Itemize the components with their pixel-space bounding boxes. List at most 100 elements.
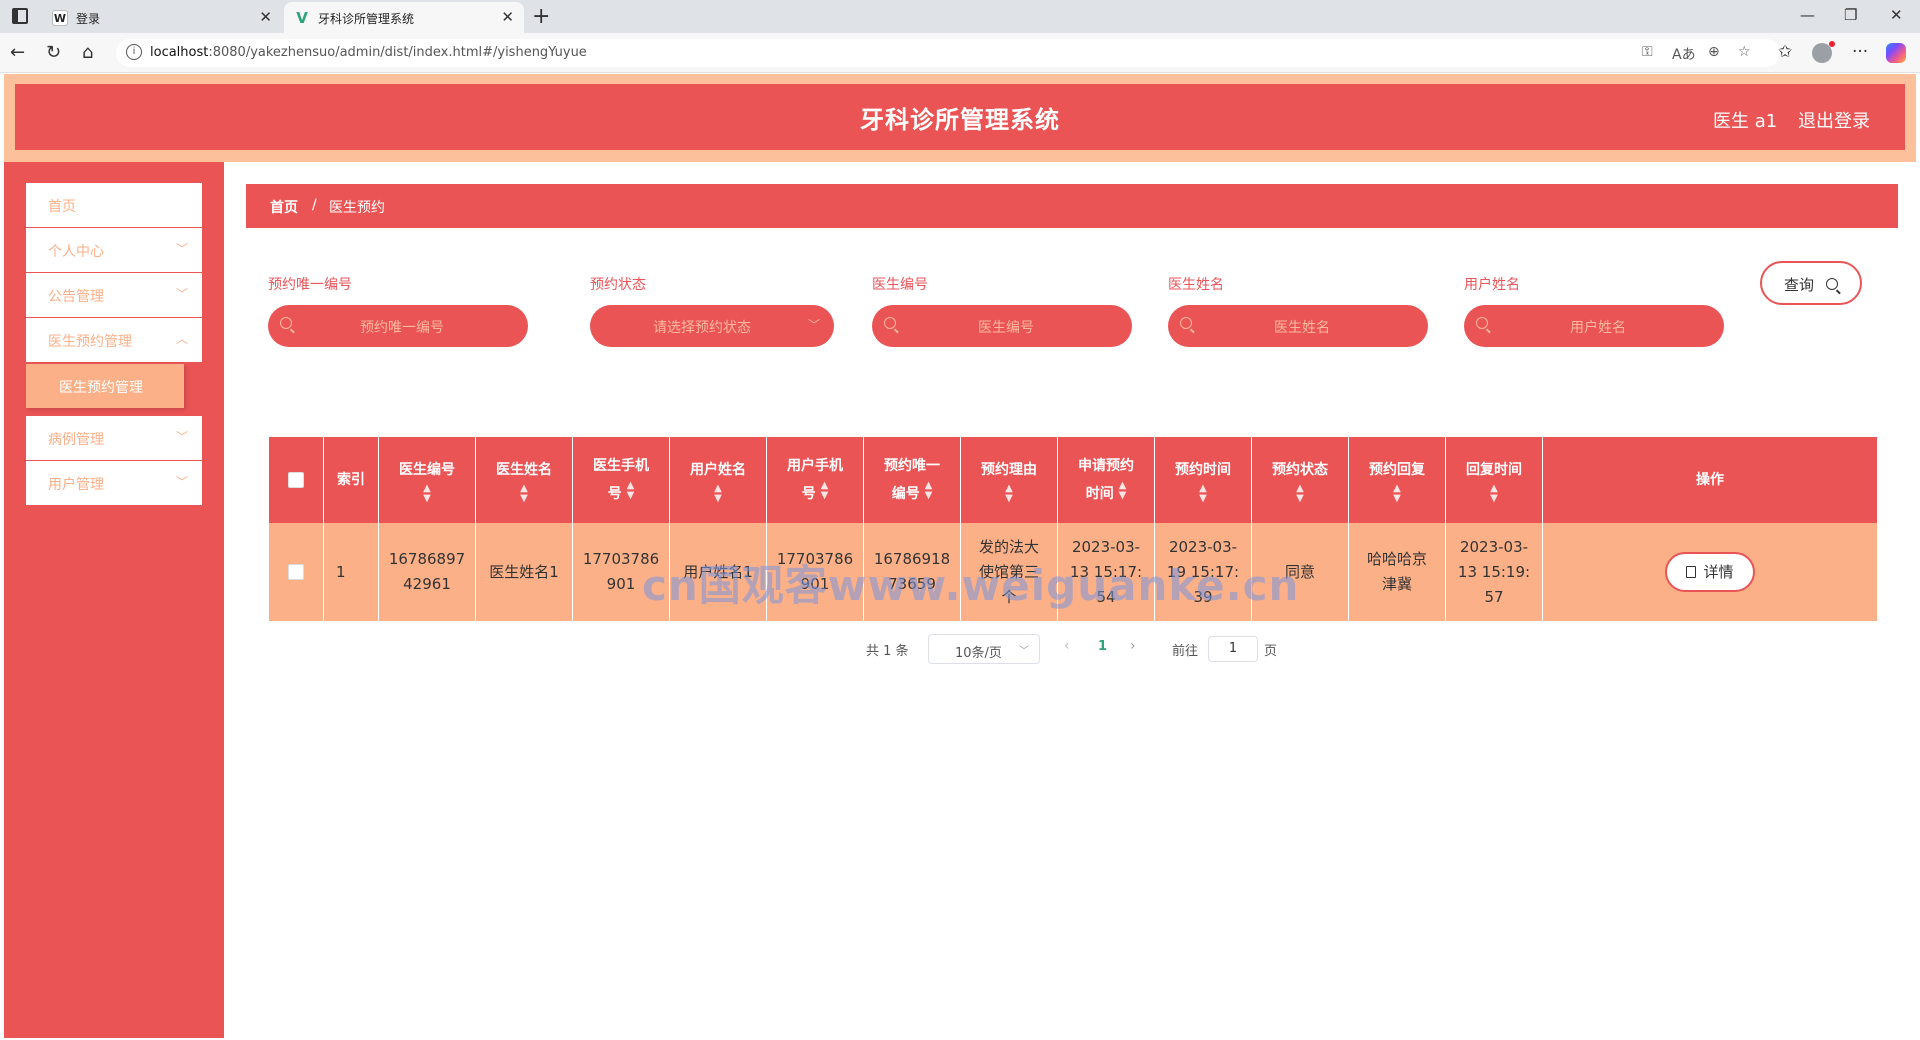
col-header-appt-no[interactable]: 预约唯一 编号 ▲ ▼ — [864, 437, 961, 523]
tab-close-icon[interactable]: ✕ — [501, 8, 514, 26]
col-header-reply-time[interactable]: 回复时间 ▲ ▼ — [1446, 437, 1543, 523]
sidebar-item-appointments[interactable]: 医生预约管理 ︿ — [26, 318, 202, 362]
col-header-doctor-no[interactable]: 医生编号 ▲ ▼ — [379, 437, 476, 523]
query-button[interactable]: 查询 — [1760, 261, 1862, 305]
col-header-doctor-name[interactable]: 医生姓名 ▲ ▼ — [476, 437, 573, 523]
col-header-user-name[interactable]: 用户姓名 ▲ ▼ — [670, 437, 767, 523]
filter-label-status: 预约状态 — [590, 277, 646, 293]
sidebar-item-label: 医生预约管理 — [48, 334, 132, 350]
browser-tab-active[interactable]: V 牙科诊所管理系统 ✕ — [284, 2, 524, 33]
url-text: localhost:8080/yakezhensuo/admin/dist/in… — [150, 45, 587, 60]
window-menu-icon[interactable] — [12, 8, 28, 24]
breadcrumb-current: 医生预约 — [329, 200, 385, 216]
chevron-up-icon: ︿ — [175, 332, 188, 346]
input-placeholder: 用户姓名 — [1570, 320, 1626, 336]
sort-icon[interactable]: ▲ ▼ — [1199, 484, 1207, 504]
sidebar: 首页 个人中心 ﹀ 公告管理 ﹀ 医生预约管理 ︿ 医生预约管理 病例管理 ﹀ … — [4, 162, 224, 1038]
sort-icon[interactable]: ▲ ▼ — [925, 481, 933, 501]
sort-icon[interactable]: ▲ ▼ — [1393, 484, 1401, 504]
filter-label-doctor-no: 医生编号 — [872, 277, 928, 293]
table-header: 索引 医生编号 ▲ ▼ 医生姓名 ▲ ▼ 医生手机 号 ▲ ▼ 用户姓名 ▲ ▼ 用户手… — [269, 437, 1877, 523]
sidebar-item-label: 公告管理 — [48, 289, 104, 305]
cell-reply-time: 2023-03- 13 15:19: 57 — [1446, 523, 1543, 621]
chevron-down-icon: ﹀ — [175, 242, 188, 256]
copilot-icon[interactable] — [1886, 43, 1906, 63]
sort-icon[interactable]: ▲ ▼ — [627, 481, 635, 501]
sort-icon[interactable]: ▲ ▼ — [714, 484, 722, 504]
sort-icon[interactable]: ▲ ▼ — [1005, 484, 1013, 504]
input-placeholder: 预约唯一编号 — [360, 320, 444, 336]
tab-title: 牙科诊所管理系统 — [318, 12, 415, 26]
pagination-total: 共 1 条 — [866, 644, 909, 659]
sidebar-item-cases[interactable]: 病例管理 ﹀ — [26, 416, 202, 460]
prev-page-icon[interactable]: ‹ — [1064, 638, 1070, 654]
select-all-checkbox-cell — [269, 437, 324, 523]
current-user: 医生 a1 — [1713, 111, 1778, 132]
detail-button[interactable]: 详情 — [1665, 552, 1755, 592]
favorites-icon[interactable]: ✩ — [1778, 42, 1792, 62]
breadcrumb-separator: / — [312, 197, 317, 213]
sort-icon[interactable]: ▲ ▼ — [1296, 484, 1304, 504]
window-close-icon[interactable]: ✕ — [1890, 6, 1903, 24]
input-placeholder: 医生编号 — [978, 320, 1034, 336]
browser-tab-login[interactable]: W 登录 ✕ — [42, 2, 282, 33]
sort-icon[interactable]: ▲ ▼ — [1119, 481, 1127, 501]
appt-no-input[interactable]: 预约唯一编号 — [268, 305, 528, 347]
col-header-appt-time[interactable]: 预约时间 ▲ ▼ — [1155, 437, 1252, 523]
profile-avatar-icon[interactable] — [1812, 41, 1835, 63]
doctor-no-input[interactable]: 医生编号 — [872, 305, 1132, 347]
sidebar-item-announcements[interactable]: 公告管理 ﹀ — [26, 273, 202, 317]
col-header-apply-time[interactable]: 申请预约 时间 ▲ ▼ — [1058, 437, 1155, 523]
favorite-star-icon[interactable]: ☆ — [1738, 44, 1751, 60]
key-icon[interactable]: ⚿ — [1642, 44, 1653, 60]
col-header-status[interactable]: 预约状态 ▲ ▼ — [1252, 437, 1349, 523]
sidebar-item-home[interactable]: 首页 — [26, 183, 202, 227]
read-aloud-icon[interactable]: Aあ — [1672, 44, 1696, 64]
logout-link[interactable]: 退出登录 — [1798, 107, 1870, 133]
filter-label-appt-no: 预约唯一编号 — [268, 277, 352, 293]
home-icon[interactable]: ⌂ — [82, 42, 93, 63]
page-size-select[interactable]: 10条/页 ﹀ — [928, 634, 1040, 664]
breadcrumb: 首页 / 医生预约 — [246, 184, 1898, 228]
sort-icon[interactable]: ▲ ▼ — [1490, 484, 1498, 504]
sort-icon[interactable]: ▲ ▼ — [520, 484, 528, 504]
document-icon — [1686, 566, 1697, 578]
minimize-icon[interactable]: — — [1800, 6, 1815, 24]
sidebar-item-label: 个人中心 — [48, 244, 104, 260]
sidebar-subitem-appointments[interactable]: 医生预约管理 — [26, 364, 184, 408]
user-name-input[interactable]: 用户姓名 — [1464, 305, 1724, 347]
breadcrumb-home[interactable]: 首页 — [270, 197, 298, 217]
restore-icon[interactable]: ❐ — [1844, 6, 1857, 24]
col-header-reply[interactable]: 预约回复 ▲ ▼ — [1349, 437, 1446, 523]
sidebar-item-label: 首页 — [48, 199, 76, 215]
more-menu-icon[interactable]: ··· — [1852, 42, 1868, 62]
status-select[interactable]: 请选择预约状态 ﹀ — [590, 305, 834, 347]
url-field[interactable]: i localhost:8080/yakezhensuo/admin/dist/… — [116, 39, 1780, 67]
cell-reply: 哈哈哈京 津冀 — [1349, 523, 1446, 621]
sidebar-item-users[interactable]: 用户管理 ﹀ — [26, 461, 202, 505]
page-number-current[interactable]: 1 — [1098, 639, 1107, 654]
address-bar: ← ↻ ⌂ i localhost:8080/yakezhensuo/admin… — [0, 33, 1920, 73]
col-header-reason[interactable]: 预约理由 ▲ ▼ — [961, 437, 1058, 523]
col-header-user-phone[interactable]: 用户手机 号 ▲ ▼ — [767, 437, 864, 523]
doctor-name-input[interactable]: 医生姓名 — [1168, 305, 1428, 347]
goto-suffix: 页 — [1264, 644, 1278, 659]
sort-icon[interactable]: ▲ ▼ — [821, 481, 829, 501]
goto-page-input[interactable]: 1 — [1208, 636, 1258, 662]
next-page-icon[interactable]: › — [1130, 638, 1136, 654]
select-all-checkbox[interactable] — [288, 472, 304, 488]
zoom-icon[interactable]: ⊕ — [1708, 44, 1720, 60]
chevron-down-icon: ﹀ — [175, 430, 188, 444]
col-header-doctor-phone[interactable]: 医生手机 号 ▲ ▼ — [573, 437, 670, 523]
refresh-icon[interactable]: ↻ — [46, 42, 61, 63]
new-tab-icon[interactable]: + — [532, 4, 550, 29]
back-icon[interactable]: ← — [10, 42, 25, 63]
row-checkbox[interactable] — [288, 564, 304, 580]
header-frame: 牙科诊所管理系统 医生 a1 退出登录 — [4, 74, 1916, 162]
site-info-icon[interactable]: i — [126, 44, 142, 60]
sort-icon[interactable]: ▲ ▼ — [423, 484, 431, 504]
col-header-index: 索引 — [324, 437, 379, 523]
tab-close-icon[interactable]: ✕ — [259, 8, 272, 26]
cell-doctor-no: 16786897 42961 — [379, 523, 476, 621]
sidebar-item-profile[interactable]: 个人中心 ﹀ — [26, 228, 202, 272]
